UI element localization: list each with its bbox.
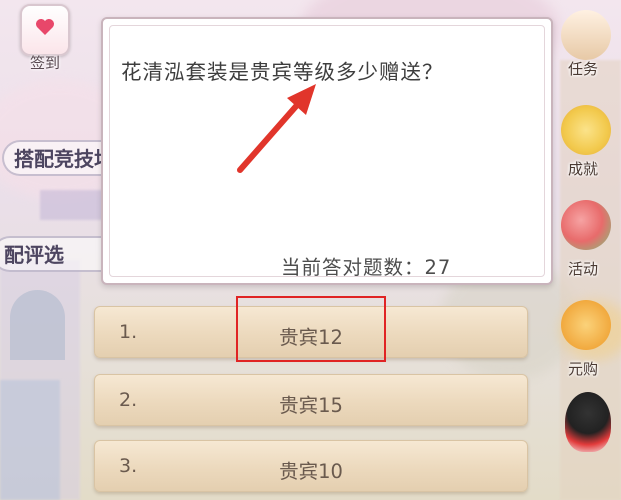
answer-option-3[interactable]: 3. 贵宾10 — [94, 440, 528, 492]
answer-text: 贵宾10 — [279, 460, 343, 483]
red-highlight-box — [236, 296, 386, 362]
answer-option-2[interactable]: 2. 贵宾15 — [94, 374, 528, 426]
answer-text: 贵宾15 — [279, 394, 343, 417]
